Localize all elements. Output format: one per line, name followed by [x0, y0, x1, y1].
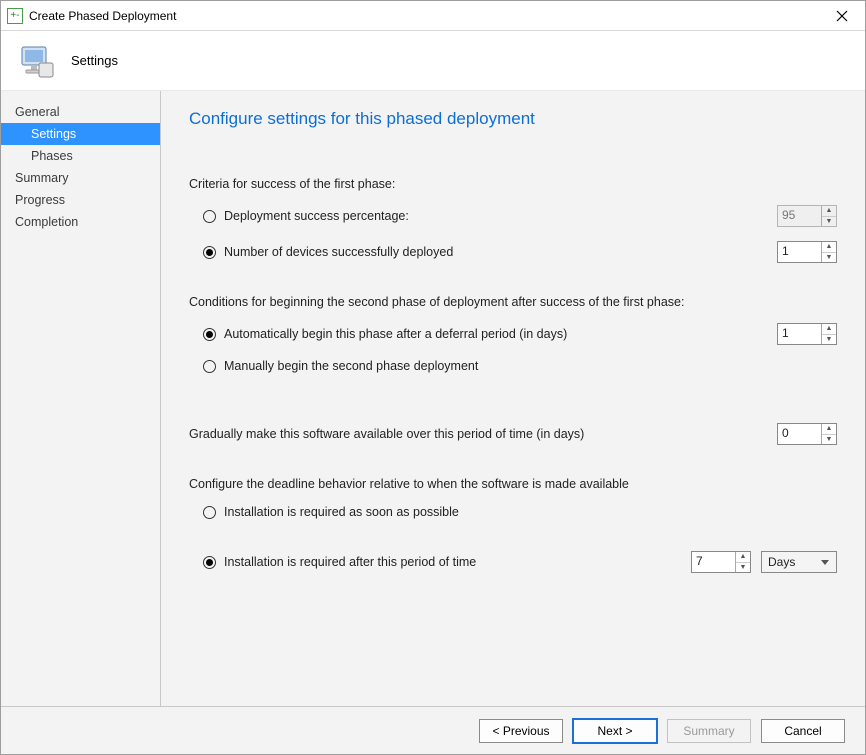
titlebar: +- Create Phased Deployment — [1, 1, 865, 31]
label-install-after: Installation is required after this peri… — [224, 555, 691, 569]
label-gradual: Gradually make this software available o… — [189, 427, 777, 441]
spin-install-after[interactable]: 7 ▲▼ — [691, 551, 751, 573]
sidebar-item-progress[interactable]: Progress — [1, 189, 160, 211]
spin-success-devices-value[interactable]: 1 — [778, 242, 821, 262]
spin-auto-begin-value[interactable]: 1 — [778, 324, 821, 344]
select-install-after-unit[interactable]: Days — [761, 551, 837, 573]
next-button[interactable]: Next > — [573, 719, 657, 743]
radio-success-devices[interactable] — [203, 246, 216, 259]
content-pane: Configure settings for this phased deplo… — [161, 91, 865, 706]
wizard-window: +- Create Phased Deployment Settings Gen… — [0, 0, 866, 755]
spin-gradual-value[interactable]: 0 — [778, 424, 821, 444]
sidebar-item-summary[interactable]: Summary — [1, 167, 160, 189]
summary-button: Summary — [667, 719, 751, 743]
row-gradual: Gradually make this software available o… — [189, 423, 837, 445]
row-install-asap: Installation is required as soon as poss… — [189, 505, 837, 519]
label-auto-begin: Automatically begin this phase after a d… — [224, 327, 777, 341]
spin-gradual-buttons[interactable]: ▲▼ — [821, 424, 836, 444]
header-band: Settings — [1, 31, 865, 91]
sidebar-item-completion[interactable]: Completion — [1, 211, 160, 233]
spin-install-after-value[interactable]: 7 — [692, 552, 735, 572]
label-install-asap: Installation is required as soon as poss… — [224, 505, 837, 519]
sidebar-item-general[interactable]: General — [1, 101, 160, 123]
spin-auto-begin[interactable]: 1 ▲▼ — [777, 323, 837, 345]
spin-auto-begin-buttons[interactable]: ▲▼ — [821, 324, 836, 344]
close-button[interactable] — [819, 1, 865, 31]
radio-success-percentage[interactable] — [203, 210, 216, 223]
conditions-label: Conditions for beginning the second phas… — [189, 295, 837, 309]
row-manual-begin: Manually begin the second phase deployme… — [189, 359, 837, 373]
label-manual-begin: Manually begin the second phase deployme… — [224, 359, 837, 373]
computer-icon — [17, 41, 57, 81]
sidebar-item-phases[interactable]: Phases — [1, 145, 160, 167]
spin-success-percentage: 95 ▲▼ — [777, 205, 837, 227]
radio-manual-begin[interactable] — [203, 360, 216, 373]
label-success-percentage: Deployment success percentage: — [224, 209, 777, 223]
radio-auto-begin[interactable] — [203, 328, 216, 341]
deadline-label: Configure the deadline behavior relative… — [189, 477, 837, 491]
spin-success-devices-buttons[interactable]: ▲▼ — [821, 242, 836, 262]
window-title: Create Phased Deployment — [29, 9, 819, 23]
app-icon: +- — [7, 8, 23, 24]
spin-success-percentage-value: 95 — [778, 206, 821, 226]
page-heading: Configure settings for this phased deplo… — [189, 109, 837, 129]
close-icon — [836, 10, 848, 22]
spin-install-after-buttons[interactable]: ▲▼ — [735, 552, 750, 572]
cancel-button[interactable]: Cancel — [761, 719, 845, 743]
label-success-devices: Number of devices successfully deployed — [224, 245, 777, 259]
radio-install-asap[interactable] — [203, 506, 216, 519]
row-auto-begin: Automatically begin this phase after a d… — [189, 323, 837, 345]
criteria-label: Criteria for success of the first phase: — [189, 177, 837, 191]
row-success-percentage: Deployment success percentage: 95 ▲▼ — [189, 205, 837, 227]
radio-install-after[interactable] — [203, 556, 216, 569]
spin-success-percentage-buttons: ▲▼ — [821, 206, 836, 226]
footer: < Previous Next > Summary Cancel — [1, 706, 865, 754]
row-success-devices: Number of devices successfully deployed … — [189, 241, 837, 263]
sidebar: General Settings Phases Summary Progress… — [1, 91, 161, 706]
wizard-body: General Settings Phases Summary Progress… — [1, 91, 865, 706]
sidebar-item-settings[interactable]: Settings — [1, 123, 160, 145]
previous-button[interactable]: < Previous — [479, 719, 563, 743]
select-install-after-unit-value: Days — [768, 555, 795, 569]
header-title: Settings — [71, 53, 118, 68]
spin-success-devices[interactable]: 1 ▲▼ — [777, 241, 837, 263]
row-install-after: Installation is required after this peri… — [189, 551, 837, 573]
spin-gradual[interactable]: 0 ▲▼ — [777, 423, 837, 445]
